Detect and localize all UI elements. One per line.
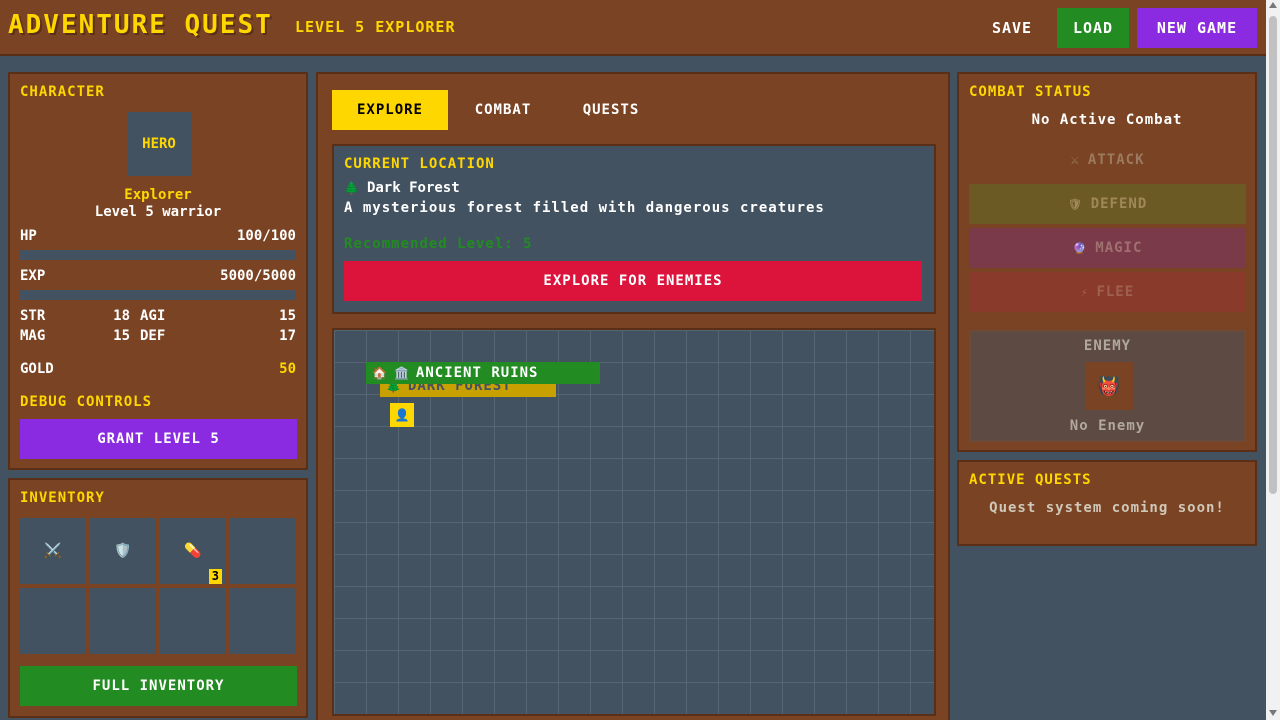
current-location-box: CURRENT LOCATION 🌲 Dark Forest A mysteri… bbox=[332, 144, 936, 314]
active-quests-panel: ACTIVE QUESTS Quest system coming soon! bbox=[957, 460, 1257, 546]
exp-row: EXP 5000/5000 bbox=[20, 268, 296, 284]
inventory-slot[interactable] bbox=[20, 588, 86, 654]
hp-label: HP bbox=[20, 228, 37, 244]
hp-value: 100/100 bbox=[236, 228, 296, 244]
mag-label: MAG bbox=[20, 328, 46, 344]
mag-value: 15 bbox=[113, 328, 130, 344]
page-scrollbar[interactable] bbox=[1266, 0, 1280, 720]
avatar: HERO bbox=[127, 112, 191, 176]
new-game-button[interactable]: NEW GAME bbox=[1137, 8, 1257, 48]
hp-bar-fill bbox=[20, 250, 296, 260]
gold-label: GOLD bbox=[20, 361, 54, 377]
str-value: 18 bbox=[113, 308, 130, 324]
scroll-up-arrow-icon[interactable] bbox=[1269, 2, 1277, 8]
gold-value: 50 bbox=[279, 361, 296, 377]
agi-value: 15 bbox=[279, 308, 296, 324]
exp-label: EXP bbox=[20, 268, 46, 284]
attack-label: ATTACK bbox=[1087, 152, 1145, 168]
combat-status-panel: COMBAT STATUS No Active Combat ⚔ ATTACK … bbox=[957, 72, 1257, 452]
exp-bar-fill bbox=[20, 290, 296, 300]
location-description: A mysterious forest filled with dangerou… bbox=[344, 200, 825, 216]
shield-icon: 🛡️ bbox=[114, 543, 132, 559]
defend-button[interactable]: 🛡 DEFEND bbox=[969, 184, 1246, 224]
sword-icon: ⚔️ bbox=[44, 543, 62, 559]
enemy-box: ENEMY 👹 No Enemy bbox=[969, 330, 1246, 442]
character-panel: CHARACTER HERO Explorer Level 5 warrior … bbox=[8, 72, 308, 470]
magic-label: MAGIC bbox=[1095, 240, 1143, 256]
enemy-portrait: 👹 bbox=[1085, 362, 1133, 410]
agi-label: AGI bbox=[140, 308, 166, 324]
inventory-slot[interactable] bbox=[230, 518, 296, 584]
character-class: Explorer bbox=[124, 187, 192, 203]
inventory-panel: INVENTORY ⚔️ 🛡️ 💊 3 FULL INVENTORY bbox=[8, 478, 308, 718]
gold-row: GOLD 50 bbox=[20, 361, 296, 377]
save-button[interactable]: SAVE bbox=[976, 8, 1048, 48]
app-title: ADVENTURE QUEST bbox=[8, 10, 273, 40]
def-label: DEF bbox=[140, 328, 166, 344]
scroll-thumb[interactable] bbox=[1269, 16, 1277, 494]
item-count-badge: 3 bbox=[208, 569, 222, 584]
person-icon: 👤 bbox=[394, 408, 410, 422]
tab-combat[interactable]: COMBAT bbox=[458, 90, 548, 130]
temple-icon: 🏛️ bbox=[393, 366, 410, 380]
inventory-grid: ⚔️ 🛡️ 💊 3 bbox=[20, 518, 298, 654]
enemy-name: No Enemy bbox=[1069, 418, 1146, 434]
inventory-panel-title: INVENTORY bbox=[20, 490, 105, 506]
def-value: 17 bbox=[279, 328, 296, 344]
player-marker[interactable]: 👤 bbox=[390, 403, 414, 427]
tab-explore[interactable]: EXPLORE bbox=[332, 90, 448, 130]
hp-row: HP 100/100 bbox=[20, 228, 296, 244]
magic-button[interactable]: 🔮 MAGIC bbox=[969, 228, 1246, 268]
debug-controls-title: DEBUG CONTROLS bbox=[20, 394, 153, 410]
hp-bar bbox=[20, 250, 296, 260]
potion-icon: 💊 bbox=[184, 543, 202, 559]
attribute-grid: STR 18 AGI 15 MAG 15 DEF 17 bbox=[20, 308, 296, 348]
full-inventory-button[interactable]: FULL INVENTORY bbox=[20, 666, 297, 706]
location-name: Dark Forest bbox=[366, 180, 460, 196]
inventory-slot[interactable] bbox=[160, 588, 226, 654]
inventory-slot[interactable]: 💊 3 bbox=[160, 518, 226, 584]
house-icon: 🏠 bbox=[372, 366, 388, 380]
load-button[interactable]: LOAD bbox=[1057, 8, 1129, 48]
inventory-slot[interactable]: ⚔️ bbox=[20, 518, 86, 584]
defend-label: DEFEND bbox=[1090, 196, 1148, 212]
map-marker-label: ANCIENT RUINS bbox=[415, 365, 539, 381]
tree-icon: 🌲 bbox=[344, 181, 359, 195]
current-location-title: CURRENT LOCATION bbox=[344, 156, 495, 172]
flee-label: FLEE bbox=[1096, 284, 1135, 300]
flee-button[interactable]: ⚡ FLEE bbox=[969, 272, 1246, 312]
combat-status-text: No Active Combat bbox=[1031, 112, 1183, 128]
location-name-row: 🌲 Dark Forest bbox=[344, 180, 460, 196]
world-map[interactable]: 🌲 DARK FOREST 🏠 🏛️ ANCIENT RUINS 👤 bbox=[332, 328, 936, 716]
recommended-level: Recommended Level: 5 bbox=[344, 236, 533, 252]
scroll-down-arrow-icon[interactable] bbox=[1269, 710, 1277, 716]
inventory-slot[interactable] bbox=[90, 588, 156, 654]
explore-for-enemies-button[interactable]: EXPLORE FOR ENEMIES bbox=[344, 261, 922, 301]
top-bar: ADVENTURE QUEST LEVEL 5 EXPLORER SAVE LO… bbox=[0, 0, 1266, 56]
inventory-slot[interactable] bbox=[230, 588, 296, 654]
grant-level-button[interactable]: GRANT LEVEL 5 bbox=[20, 419, 297, 459]
character-panel-title: CHARACTER bbox=[20, 84, 105, 100]
main-panel: EXPLORE COMBAT QUESTS CURRENT LOCATION 🌲… bbox=[316, 72, 950, 720]
player-rank-subtitle: LEVEL 5 EXPLORER bbox=[295, 18, 456, 36]
exp-value: 5000/5000 bbox=[220, 268, 296, 284]
exp-bar bbox=[20, 290, 296, 300]
str-label: STR bbox=[20, 308, 46, 324]
enemy-title: ENEMY bbox=[1083, 338, 1132, 354]
tab-quests[interactable]: QUESTS bbox=[568, 90, 654, 130]
shield-icon: 🛡 bbox=[1067, 197, 1083, 211]
sword-icon: ⚔ bbox=[1070, 152, 1080, 168]
attack-button[interactable]: ⚔ ATTACK bbox=[969, 140, 1246, 180]
active-quests-title: ACTIVE QUESTS bbox=[969, 472, 1092, 488]
quests-message: Quest system coming soon! bbox=[989, 500, 1225, 516]
map-marker-ancient-ruins[interactable]: 🏠 🏛️ ANCIENT RUINS bbox=[366, 362, 600, 384]
lightning-icon: ⚡ bbox=[1080, 285, 1089, 299]
character-level: Level 5 warrior bbox=[94, 204, 222, 220]
inventory-slot[interactable]: 🛡️ bbox=[90, 518, 156, 584]
crystal-ball-icon: 🔮 bbox=[1072, 241, 1088, 255]
combat-status-title: COMBAT STATUS bbox=[969, 84, 1092, 100]
ogre-icon: 👹 bbox=[1097, 375, 1121, 397]
